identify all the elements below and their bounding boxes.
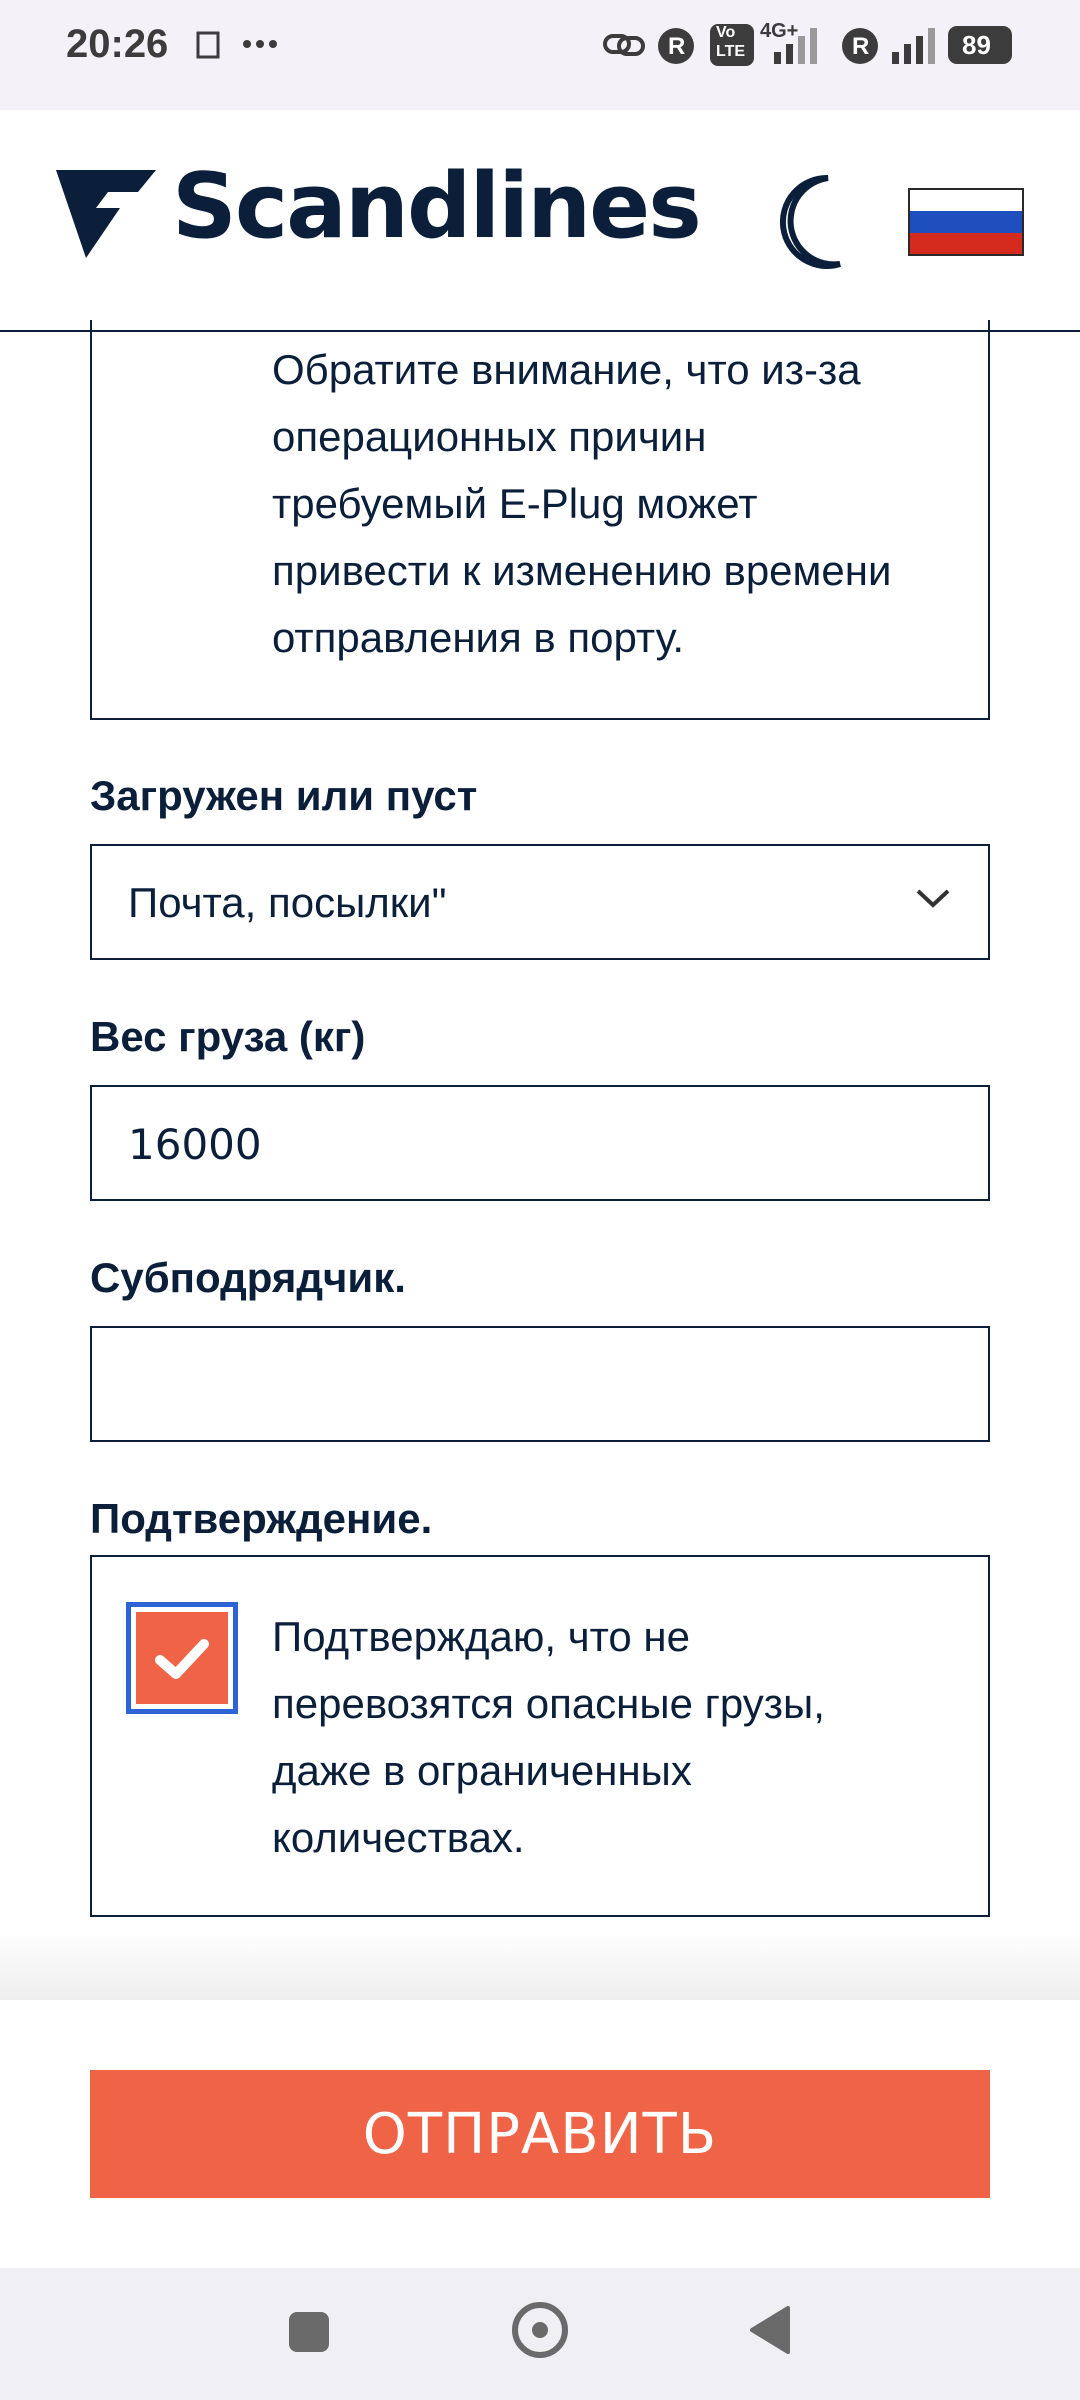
cargo-weight-value: 16000 [128,1120,262,1169]
status-time: 20:26 [66,22,169,66]
notice-line: Обратите внимание, что из-за [272,346,861,393]
notice-text: Обратите внимание, что из-за операционны… [272,336,972,671]
logo-text[interactable]: Scandlines [172,162,702,252]
volte-label-bottom: LTE [716,43,746,60]
confirmation-line: Подтверждаю, что не [272,1613,690,1660]
subcontractor-input[interactable] [90,1326,990,1442]
screen-icon [196,31,220,59]
scandlines-logo-icon[interactable] [56,170,156,260]
confirmation-line: перевозятся опасные грузы, [272,1680,825,1727]
chevron-down-icon [916,889,950,908]
cargo-weight-label: Вес груза (кг) [90,1013,366,1060]
home-dot [532,2322,548,2338]
more-dots-icon [243,40,277,48]
recents-icon[interactable] [289,2312,329,2352]
checkmark-icon [155,1639,209,1679]
home-icon[interactable] [512,2302,568,2358]
moon-icon[interactable] [770,172,850,272]
scroll-fade [0,1930,1080,2000]
confirmation-line: даже в ограниченных [272,1747,692,1794]
site-header: Scandlines [0,110,1080,332]
notice-line: операционных причин [272,413,707,460]
cargo-weight-input[interactable]: 16000 [90,1085,990,1201]
status-bar: 20:26 R Vo LTE 4G+ R 89 [0,0,1080,110]
load-status-label: Загружен или пуст [90,772,478,819]
confirmation-checkbox[interactable] [126,1602,238,1714]
signal-icon [774,28,817,64]
confirmation-text: Подтверждаю, что не перевозятся опасные … [272,1603,952,1871]
checkbox-fill [136,1612,228,1704]
battery-level: 89 [962,30,991,60]
back-icon[interactable] [748,2304,792,2356]
volte-label-top: Vo [716,24,736,41]
link-icon [603,34,645,56]
load-status-select[interactable]: Почта, посылки" [90,844,990,960]
roaming-r2-label: R [852,33,870,60]
load-status-value: Почта, посылки" [128,879,447,926]
notice-line: привести к изменению времени [272,547,892,594]
confirmation-label: Подтверждение. [90,1495,433,1542]
notice-line: требуемый E-Plug может [272,480,758,527]
roaming-r-label: R [668,33,686,60]
confirmation-line: количествах. [272,1814,525,1861]
signal2-icon [892,28,935,64]
notice-line: отправления в порту. [272,614,685,661]
russian-flag-icon[interactable] [908,188,1024,256]
subcontractor-label: Субподрядчик. [90,1254,406,1301]
submit-button[interactable]: ОТПРАВИТЬ [90,2070,990,2198]
